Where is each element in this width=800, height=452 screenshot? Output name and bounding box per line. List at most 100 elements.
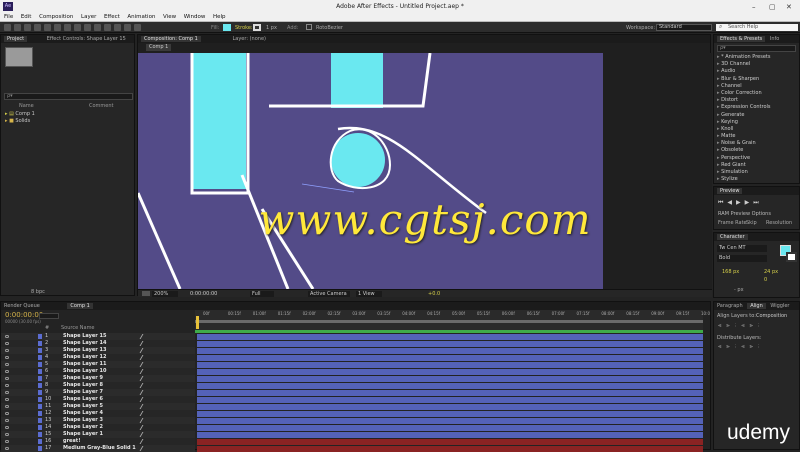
font-style-select[interactable]: Bold — [717, 255, 767, 262]
tab-info[interactable]: Info — [770, 36, 779, 42]
effect-category[interactable]: 3D Channel — [714, 61, 799, 68]
stroke-label[interactable]: Stroke: — [235, 25, 253, 31]
effects-search-input[interactable]: ρ▾ — [717, 45, 796, 52]
layer-duration-bar[interactable] — [197, 418, 703, 424]
search-help-input[interactable]: Search Help — [716, 24, 798, 31]
layer-duration-bar[interactable] — [197, 348, 703, 354]
layer-name[interactable]: Shape Layer 3 — [63, 417, 103, 424]
visibility-eye-icon[interactable] — [5, 391, 9, 394]
composition-canvas[interactable] — [138, 53, 712, 289]
maximize-icon[interactable]: ▢ — [769, 3, 776, 11]
layer-row[interactable]: 9 Shape Layer 7 — [1, 389, 195, 396]
stroke-swatch[interactable] — [253, 24, 261, 31]
effect-category[interactable]: Keying — [714, 119, 799, 126]
effect-category[interactable]: Simulation — [714, 169, 799, 176]
layer-name[interactable]: Shape Layer 1 — [63, 431, 103, 438]
layer-row[interactable]: 8 Shape Layer 8 — [1, 382, 195, 389]
rotobezier-checkbox[interactable] — [306, 24, 312, 30]
tab-effects-presets[interactable]: Effects & Presets — [717, 36, 766, 42]
menu-window[interactable]: Window — [184, 13, 206, 22]
stroke-color-swatch[interactable] — [786, 252, 797, 262]
label-color-swatch[interactable] — [38, 418, 42, 423]
roto-tool-icon[interactable] — [124, 24, 131, 31]
effect-category[interactable]: Stylize — [714, 176, 799, 183]
layer-duration-bar[interactable] — [197, 397, 703, 403]
effect-category[interactable]: Generate — [714, 112, 799, 119]
layer-row[interactable]: 13 Shape Layer 3 — [1, 417, 195, 424]
project-col-comment[interactable]: Comment — [89, 103, 114, 109]
menu-help[interactable]: Help — [213, 13, 226, 22]
tab-project[interactable]: Project — [4, 36, 28, 42]
layer-duration-bar[interactable] — [197, 383, 703, 389]
pan-tool-icon[interactable] — [54, 24, 61, 31]
visibility-eye-icon[interactable] — [5, 363, 9, 366]
layer-row[interactable]: 6 Shape Layer 10 — [1, 368, 195, 375]
close-icon[interactable]: ✕ — [786, 3, 792, 11]
timeline-search-input[interactable] — [39, 313, 59, 319]
pen-tool-icon[interactable] — [74, 24, 81, 31]
zoom-tool-icon[interactable] — [24, 24, 31, 31]
ram-preview-options[interactable]: RAM Preview Options — [718, 211, 771, 217]
exposure-value[interactable]: +0.0 — [428, 291, 440, 297]
shape-tool-icon[interactable] — [64, 24, 71, 31]
tab-align[interactable]: Align — [747, 303, 766, 309]
menu-composition[interactable]: Composition — [39, 13, 73, 22]
visibility-eye-icon[interactable] — [5, 440, 9, 443]
add-label[interactable]: Add: — [287, 25, 298, 31]
visibility-eye-icon[interactable] — [5, 433, 9, 436]
views-select[interactable]: 1 View — [356, 291, 382, 297]
visibility-eye-icon[interactable] — [5, 426, 9, 429]
label-color-swatch[interactable] — [38, 355, 42, 360]
layer-duration-bar[interactable] — [197, 390, 703, 396]
label-color-swatch[interactable] — [38, 432, 42, 437]
layer-name[interactable]: Shape Layer 15 — [63, 333, 106, 340]
effect-category[interactable]: * Animation Presets — [714, 54, 799, 61]
distribute-buttons[interactable]: ⫷⫸⫶⫷⫸⫶ — [718, 343, 765, 351]
layer-row[interactable]: 15 Shape Layer 1 — [1, 431, 195, 438]
label-color-swatch[interactable] — [38, 362, 42, 367]
layer-duration-bar[interactable] — [197, 439, 703, 445]
label-color-swatch[interactable] — [38, 334, 42, 339]
label-color-swatch[interactable] — [38, 383, 42, 388]
stroke-width-value[interactable]: - px — [734, 287, 744, 293]
layer-row[interactable]: 12 Shape Layer 4 — [1, 410, 195, 417]
camera-tool-icon[interactable] — [44, 24, 51, 31]
clone-tool-icon[interactable] — [104, 24, 111, 31]
visibility-eye-icon[interactable] — [5, 335, 9, 338]
effect-category[interactable]: Expression Controls — [714, 104, 799, 111]
label-color-swatch[interactable] — [38, 439, 42, 444]
project-search-input[interactable]: ρ▾ — [4, 93, 133, 100]
viewer-timecode[interactable]: 0:00:00:00 — [190, 291, 217, 297]
layer-name[interactable]: Shape Layer 12 — [63, 354, 106, 361]
effect-category[interactable]: Obsolete — [714, 147, 799, 154]
visibility-eye-icon[interactable] — [5, 356, 9, 359]
resolution-select[interactable]: Full — [250, 291, 274, 297]
project-item-folder[interactable]: ▸ ■ Solids — [5, 118, 133, 124]
tab-effect-controls[interactable]: Effect Controls: Shape Layer 15 — [47, 36, 126, 42]
minimize-icon[interactable]: – — [752, 3, 756, 11]
tab-render-queue[interactable]: Render Queue — [4, 303, 40, 309]
type-tool-icon[interactable] — [84, 24, 91, 31]
layer-row[interactable]: 3 Shape Layer 13 — [1, 347, 195, 354]
font-select[interactable]: Tw Cen MT — [717, 245, 767, 252]
layer-name[interactable]: Shape Layer 4 — [63, 410, 103, 417]
fill-swatch[interactable] — [223, 24, 231, 31]
effect-category[interactable]: Channel — [714, 83, 799, 90]
layer-row[interactable]: 10 Shape Layer 6 — [1, 396, 195, 403]
layer-duration-bar[interactable] — [197, 355, 703, 361]
layer-row[interactable]: 2 Shape Layer 14 — [1, 340, 195, 347]
selection-tool-icon[interactable] — [4, 24, 11, 31]
playback-controls[interactable]: ⏮◀▶▶⏭ — [718, 199, 763, 207]
layer-duration-bar[interactable] — [197, 376, 703, 382]
effect-category[interactable]: Matte — [714, 133, 799, 140]
menu-edit[interactable]: Edit — [21, 13, 32, 22]
layer-name[interactable]: Shape Layer 6 — [63, 396, 103, 403]
layer-duration-bar[interactable] — [197, 404, 703, 410]
label-color-swatch[interactable] — [38, 348, 42, 353]
label-color-swatch[interactable] — [38, 390, 42, 395]
visibility-eye-icon[interactable] — [5, 419, 9, 422]
layer-duration-bar[interactable] — [197, 362, 703, 368]
layer-row[interactable]: 14 Shape Layer 2 — [1, 424, 195, 431]
layer-duration-bar[interactable] — [197, 334, 703, 340]
timeline-col-source[interactable]: Source Name — [61, 325, 95, 331]
